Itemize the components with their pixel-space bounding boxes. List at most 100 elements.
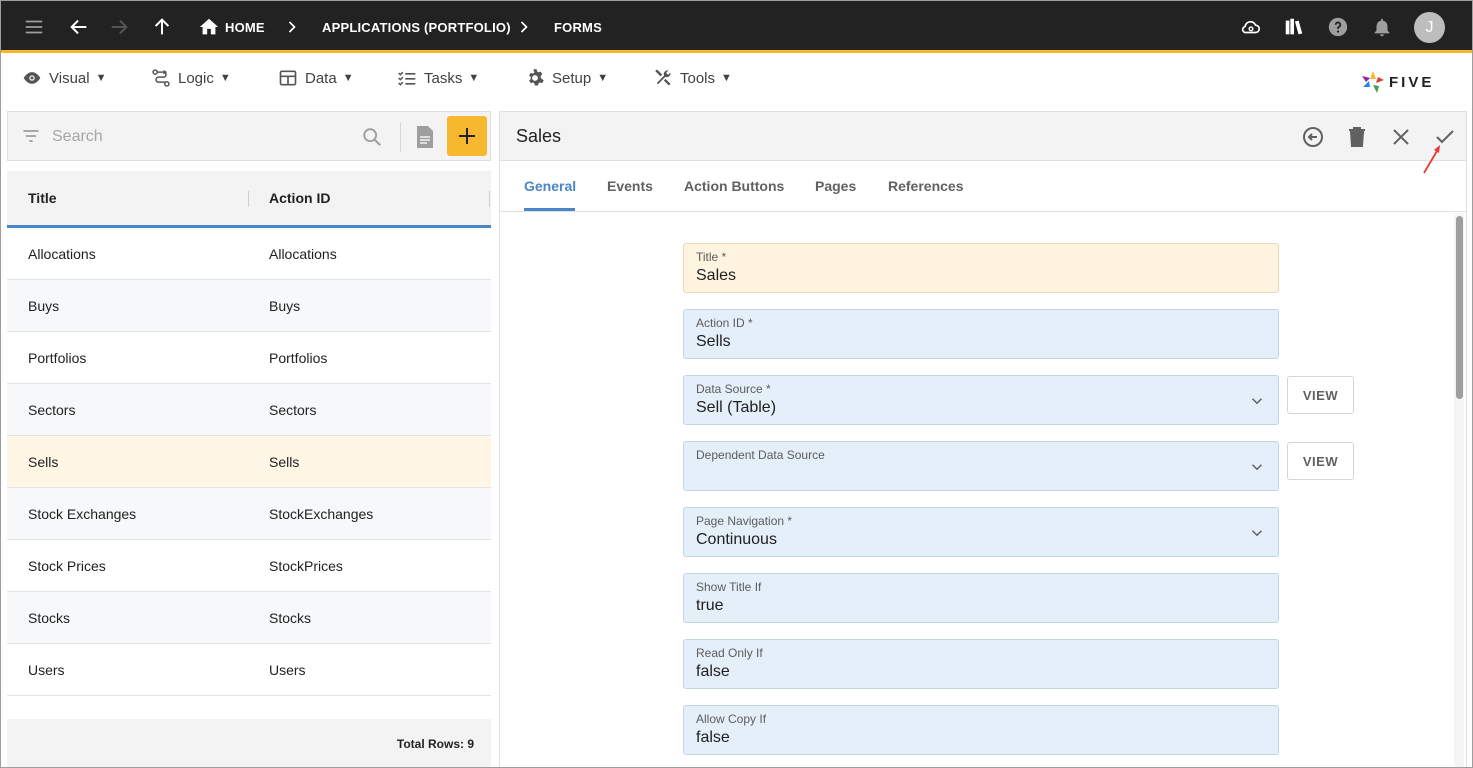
cell-title: Sectors	[28, 402, 76, 418]
cell-action-id: Users	[269, 662, 306, 678]
tab-events[interactable]: Events	[607, 178, 653, 194]
column-header-title[interactable]: Title	[28, 171, 57, 225]
field-value: Sells	[696, 333, 731, 350]
table-row[interactable]: Users Users	[7, 644, 491, 696]
column-divider[interactable]	[248, 191, 249, 207]
table-row[interactable]: Stock Exchanges StockExchanges	[7, 488, 491, 540]
title-field[interactable]: Title * Sales	[683, 243, 1279, 293]
field-value: Sales	[696, 267, 737, 284]
cell-action-id: Buys	[269, 298, 301, 314]
five-logo: FIVE	[1361, 70, 1434, 94]
dependent-data-source-select[interactable]: Dependent Data Source	[683, 441, 1279, 491]
field-label: Read Only If	[696, 646, 763, 660]
breadcrumb-applications[interactable]: APPLICATIONS (PORTFOLIO)	[322, 1, 511, 53]
detail-header: Sales	[500, 112, 1466, 161]
up-arrow-icon[interactable]	[150, 15, 174, 39]
data-source-view-button[interactable]: VIEW	[1287, 376, 1354, 414]
forward-arrow-icon[interactable]	[107, 15, 131, 39]
add-button[interactable]	[447, 116, 487, 156]
cell-title: Sells	[28, 454, 59, 470]
field-label: Allow Copy If	[696, 712, 767, 726]
menu-tasks[interactable]: Tasks ▼	[397, 64, 479, 92]
table-row[interactable]: Portfolios Portfolios	[7, 332, 491, 384]
logic-flow-icon	[152, 69, 170, 87]
column-divider[interactable]	[489, 191, 490, 207]
cell-title: Portfolios	[28, 350, 87, 366]
menu-tasks-label: Tasks	[424, 69, 463, 87]
delete-icon[interactable]	[1345, 125, 1369, 149]
help-icon[interactable]	[1326, 15, 1350, 39]
search-bar	[7, 111, 491, 161]
menu-logic[interactable]: Logic ▼	[151, 64, 231, 92]
field-value: false	[696, 729, 730, 746]
form-detail-panel: Sales General Events Action Buttons Page…	[499, 111, 1467, 767]
filter-icon[interactable]	[21, 126, 41, 146]
chevron-down-icon	[1251, 398, 1263, 405]
menu-visual-label: Visual	[49, 69, 90, 87]
eye-icon	[23, 72, 41, 84]
data-source-select[interactable]: Data Source * Sell (Table)	[683, 375, 1279, 425]
field-label: Data Source *	[696, 382, 771, 396]
menu-logic-label: Logic	[178, 69, 214, 87]
chevron-down-icon	[1251, 464, 1263, 471]
divider	[400, 122, 401, 152]
menu-data[interactable]: Data ▼	[278, 64, 354, 92]
column-header-action-id[interactable]: Action ID	[269, 171, 330, 225]
read-only-if-field[interactable]: Read Only If false	[683, 639, 1279, 689]
tab-pages[interactable]: Pages	[815, 178, 856, 194]
cell-action-id: Sells	[269, 454, 300, 470]
table-row[interactable]: Allocations Allocations	[7, 228, 491, 280]
user-avatar[interactable]: J	[1414, 12, 1445, 43]
tab-references[interactable]: References	[888, 178, 964, 194]
table-row[interactable]: Stocks Stocks	[7, 592, 491, 644]
field-label: Dependent Data Source	[696, 448, 825, 462]
notifications-bell-icon[interactable]	[1370, 15, 1394, 39]
tab-general[interactable]: General	[524, 178, 576, 194]
breadcrumb-forms[interactable]: FORMS	[554, 1, 602, 53]
menu-data-label: Data	[305, 69, 337, 87]
menu-tools-label: Tools	[680, 69, 716, 87]
forms-table: Title Action ID Allocations Allocations Bu…	[7, 171, 491, 696]
menu-tools[interactable]: Tools ▼	[653, 64, 732, 92]
home-icon[interactable]	[197, 15, 221, 39]
table-row[interactable]: Buys Buys	[7, 280, 491, 332]
table-grid-icon	[279, 70, 297, 86]
hamburger-menu-icon[interactable]	[22, 15, 46, 39]
app-window: HOME APPLICATIONS (PORTFOLIO) FORMS J Vi…	[0, 0, 1473, 768]
allow-copy-if-field[interactable]: Allow Copy If false	[683, 705, 1279, 755]
page-navigation-select[interactable]: Page Navigation * Continuous	[683, 507, 1279, 557]
dependent-data-source-view-button[interactable]: VIEW	[1287, 442, 1354, 480]
library-icon[interactable]	[1282, 15, 1306, 39]
menu-visual[interactable]: Visual ▼	[22, 64, 106, 92]
wrench-screwdriver-icon	[655, 69, 671, 86]
tab-action-buttons[interactable]: Action Buttons	[684, 178, 784, 194]
search-icon[interactable]	[361, 126, 383, 148]
search-input[interactable]	[52, 124, 352, 150]
cell-action-id: Allocations	[269, 246, 337, 262]
table-row[interactable]: Sectors Sectors	[7, 384, 491, 436]
cloud-settings-icon[interactable]	[1239, 15, 1263, 39]
history-back-icon[interactable]	[1301, 125, 1325, 149]
show-title-if-field[interactable]: Show Title If true	[683, 573, 1279, 623]
menu-setup[interactable]: Setup ▼	[525, 64, 608, 92]
field-value: Continuous	[696, 531, 777, 548]
table-row[interactable]: Sells Sells	[7, 436, 491, 488]
total-rows: Total Rows: 9	[396, 737, 474, 751]
document-icon[interactable]	[414, 125, 436, 149]
cell-title: Allocations	[28, 246, 96, 262]
close-icon[interactable]	[1389, 125, 1413, 149]
cell-title: Buys	[28, 298, 60, 314]
plus-icon	[459, 128, 475, 144]
table-footer: Total Rows: 9	[7, 719, 491, 767]
general-form: Title * Sales Action ID * Sells Data Sou…	[500, 213, 1466, 767]
gear-icon	[529, 69, 544, 86]
chevron-down-icon	[1251, 530, 1263, 537]
table-row[interactable]: Stock Prices StockPrices	[7, 540, 491, 592]
scrollbar-thumb[interactable]	[1456, 216, 1463, 399]
cell-title: Stock Prices	[28, 558, 106, 574]
back-arrow-icon[interactable]	[67, 15, 91, 39]
checklist-icon	[398, 71, 416, 86]
action-id-field[interactable]: Action ID * Sells	[683, 309, 1279, 359]
breadcrumb-home[interactable]: HOME	[225, 1, 265, 53]
chevron-right-icon	[520, 21, 528, 33]
